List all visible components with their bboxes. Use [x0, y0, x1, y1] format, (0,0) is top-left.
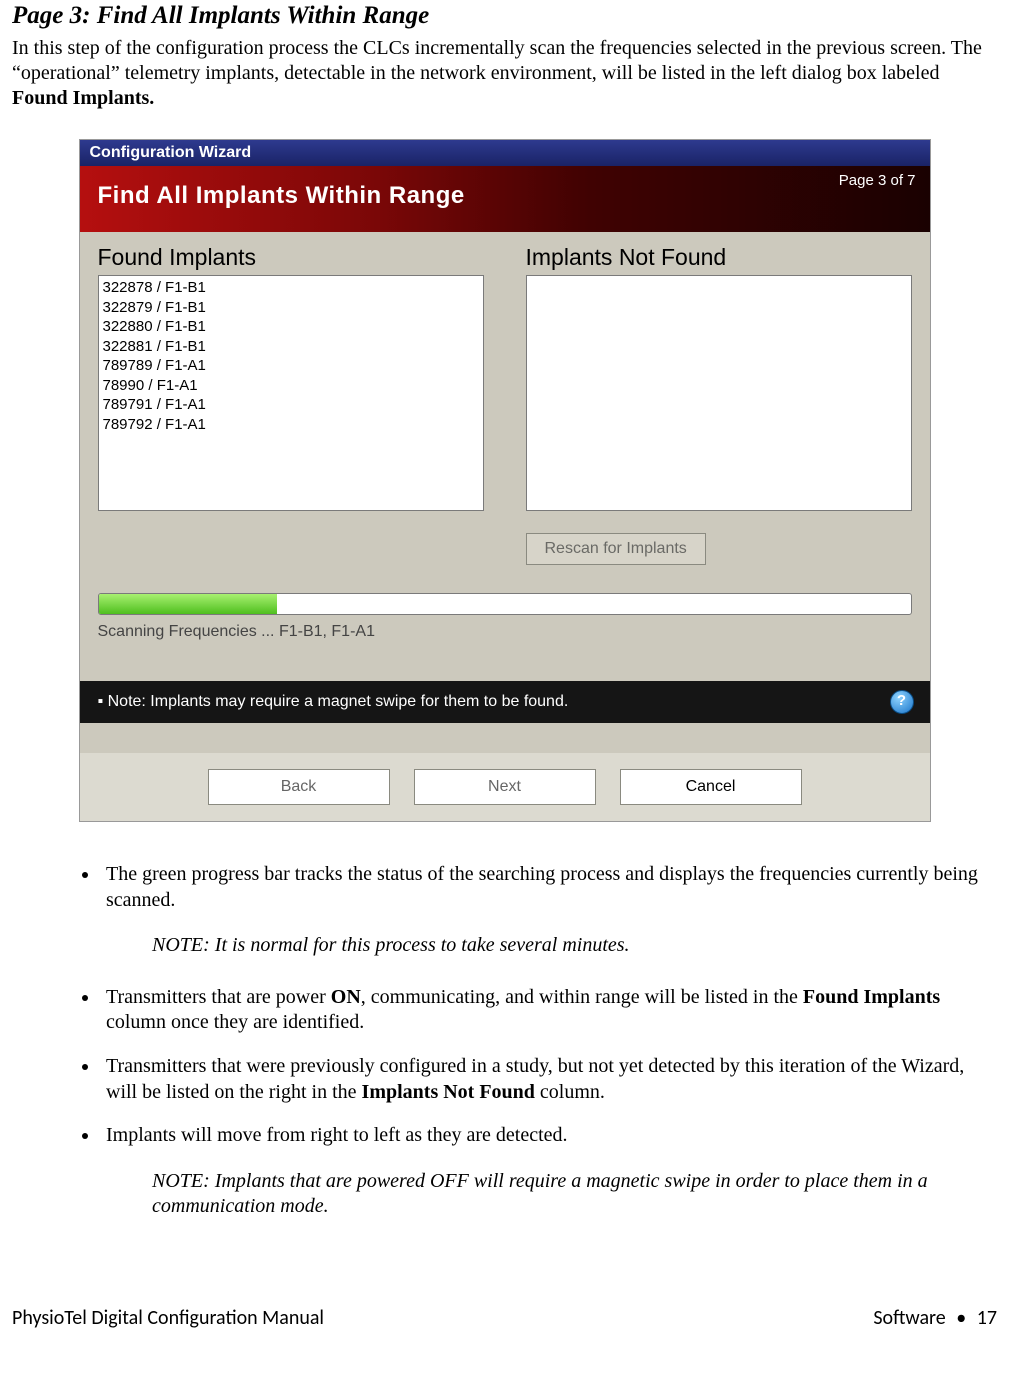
wizard-nav-bar: Back Next Cancel: [80, 753, 930, 821]
wizard-note-bar: ▪ Note: Implants may require a magnet sw…: [80, 681, 930, 723]
footer-left: PhysioTel Digital Configuration Manual: [12, 1306, 324, 1330]
intro-paragraph: In this step of the configuration proces…: [12, 36, 997, 111]
scan-progress-bar: [98, 593, 912, 615]
scan-progress-fill: [99, 594, 278, 614]
list-item[interactable]: 322880 / F1-B1: [103, 317, 479, 337]
wizard-header: Page 3 of 7 Find All Implants Within Ran…: [80, 166, 930, 232]
list-item[interactable]: 322881 / F1-B1: [103, 337, 479, 357]
page-footer: PhysioTel Digital Configuration Manual S…: [0, 1276, 1009, 1340]
scan-status-text: Scanning Frequencies ... F1-B1, F1-A1: [98, 623, 912, 641]
section-title: Page 3: Find All Implants Within Range: [12, 2, 997, 30]
list-item[interactable]: 789789 / F1-A1: [103, 356, 479, 376]
page-indicator: Page 3 of 7: [839, 172, 916, 189]
wizard-note-text: ▪ Note: Implants may require a magnet sw…: [98, 693, 569, 710]
list-item: Implants will move from right to left as…: [100, 1123, 997, 1149]
implants-not-found-label: Implants Not Found: [526, 244, 912, 271]
footer-right: Software • 17: [873, 1306, 997, 1330]
note-block: NOTE: Implants that are powered OFF will…: [152, 1169, 997, 1220]
help-icon[interactable]: ?: [890, 690, 914, 714]
found-implants-listbox[interactable]: 322878 / F1-B1322879 / F1-B1322880 / F1-…: [98, 275, 484, 511]
rescan-button[interactable]: Rescan for Implants: [526, 533, 706, 565]
list-item[interactable]: 322879 / F1-B1: [103, 298, 479, 318]
cancel-button[interactable]: Cancel: [620, 769, 802, 805]
configuration-wizard-screenshot: Configuration Wizard Page 3 of 7 Find Al…: [79, 139, 931, 822]
list-item[interactable]: 322878 / F1-B1: [103, 278, 479, 298]
implants-not-found-listbox[interactable]: [526, 275, 912, 511]
list-item: The green progress bar tracks the status…: [100, 862, 997, 913]
note-block: NOTE: It is normal for this process to t…: [152, 933, 997, 959]
found-implants-label: Found Implants: [98, 244, 484, 271]
list-item[interactable]: 789791 / F1-A1: [103, 395, 479, 415]
wizard-titlebar: Configuration Wizard: [80, 140, 930, 166]
list-item: Transmitters that are power ON, communic…: [100, 985, 997, 1036]
list-item: Transmitters that were previously config…: [100, 1054, 997, 1105]
wizard-header-title: Find All Implants Within Range: [98, 182, 912, 210]
next-button[interactable]: Next: [414, 769, 596, 805]
list-item[interactable]: 78990 / F1-A1: [103, 376, 479, 396]
back-button[interactable]: Back: [208, 769, 390, 805]
explanation-list: The green progress bar tracks the status…: [12, 862, 997, 913]
explanation-list: Transmitters that are power ON, communic…: [12, 985, 997, 1149]
list-item[interactable]: 789792 / F1-A1: [103, 415, 479, 435]
